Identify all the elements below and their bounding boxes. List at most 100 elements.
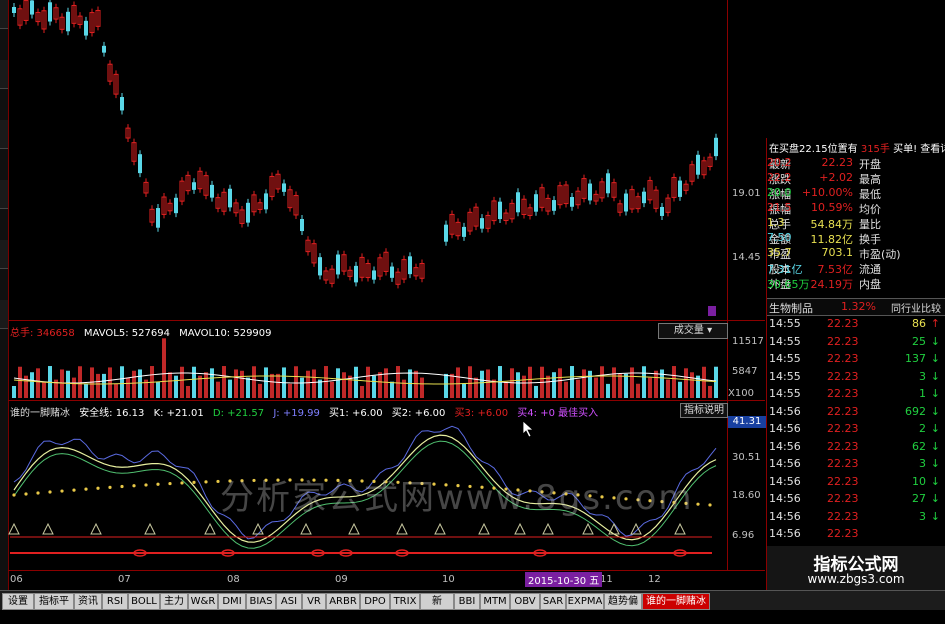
volume-bar [330, 381, 334, 398]
trade-volume: 692 [905, 404, 926, 418]
volume-bar [192, 366, 196, 398]
quote-row: 金额 11.82亿 换手 7.50 [767, 231, 945, 247]
buy-signal-triangle [514, 522, 526, 535]
volume-bar [264, 367, 268, 398]
quote-value: 20.2 [767, 156, 792, 169]
volume-bar [120, 366, 124, 398]
volume-bar [258, 383, 262, 398]
indicator-tab[interactable]: BIAS [246, 593, 276, 610]
candle-down [354, 265, 358, 283]
indicator-tab[interactable]: W&R [188, 593, 218, 610]
volume-axis-label: X100 [728, 388, 754, 399]
indicator-tab[interactable]: 资讯 [74, 593, 102, 610]
volume-bar [450, 373, 454, 398]
volume-bar [444, 373, 448, 398]
volume-bar [456, 367, 460, 398]
indicator-tab[interactable]: ASI [276, 593, 302, 610]
indicator-tab[interactable]: 主力 [160, 593, 188, 610]
buy-signal-triangle [252, 522, 264, 535]
candle-down [678, 180, 682, 197]
safe-line-dot [168, 481, 172, 486]
candle-down [174, 197, 178, 214]
volume-bar [522, 375, 526, 398]
volume-bar [342, 372, 346, 398]
volume-bar [168, 372, 172, 398]
indicator-buy1: 买1: +6.00 [329, 408, 383, 419]
volume-axis-label: 5847 [732, 366, 758, 377]
volume-bar [336, 368, 340, 398]
volume-bar [558, 368, 562, 398]
quote-header[interactable]: 在买盘22.15位置有 315手 买单! 查看详情 [769, 140, 945, 155]
indicator-tab[interactable]: 指标平台 [34, 593, 74, 622]
indicator-tab[interactable]: 设置 [2, 593, 34, 610]
trade-price: 22.23 [827, 334, 859, 348]
indicator-tab[interactable]: RSI [102, 593, 128, 610]
indicator-tab[interactable]: BBI [454, 593, 480, 610]
arrow-down-icon: ↓ [930, 422, 940, 435]
volume-bar [210, 368, 214, 398]
indicator-tab[interactable]: OBV [510, 593, 540, 610]
safe-line-dot [24, 492, 28, 496]
candle-down [642, 191, 646, 204]
quote-panel: 在买盘22.15位置有 315手 买单! 查看详情 最新22.23开盘20.2涨… [766, 138, 945, 590]
indicator-tab[interactable]: SAR [540, 593, 566, 610]
volume-bar [702, 366, 706, 398]
indicator-tab[interactable]: TRIX [390, 593, 420, 610]
site-watermark: 指标公式网 www.zbgs3.com [767, 546, 945, 590]
indicator-tab[interactable]: EXPMA [566, 593, 604, 610]
volume-bar [480, 370, 484, 398]
trade-row: 14:56 22.23 27 ↓ [767, 492, 945, 509]
indicator-tab[interactable]: VR [302, 593, 326, 610]
candle-down [210, 184, 214, 198]
volume-bar [240, 370, 244, 398]
volume-bar [186, 385, 190, 398]
indicator-tab[interactable]: BOLL [128, 593, 160, 610]
volume-bar [42, 381, 46, 398]
arrow-down-icon: ↓ [930, 457, 940, 470]
sector-row[interactable]: 生物制品 1.32% 同行业比较 [767, 298, 945, 316]
indicator-tab[interactable]: 新DMA [420, 593, 454, 622]
quote-label: 量比 [859, 218, 881, 231]
volume-dropdown[interactable]: 成交量 ▾ [658, 323, 728, 339]
volume-bar [546, 375, 550, 398]
volume-bar [378, 372, 382, 398]
sector-pct: 1.32% [841, 300, 876, 313]
indicator-info-button[interactable]: 指标说明 [680, 403, 728, 418]
candle-down [552, 200, 556, 211]
buy-signal-triangle [674, 522, 686, 535]
candle-down [30, 0, 34, 15]
volume-bar [252, 366, 256, 398]
trade-time: 14:55 [769, 369, 801, 383]
quote-row: 最新 22.23 开盘 20.2 [767, 156, 945, 172]
quote-value: +10.00% [801, 186, 853, 199]
arrow-down-icon: ↓ [930, 334, 940, 348]
buy-signal-triangle [542, 522, 554, 535]
volume-bar [84, 383, 88, 398]
quote-label: 内盘 [859, 278, 881, 291]
quote-row: 外盘 24.19万 内盘 30.65万 [767, 276, 945, 292]
sector-compare[interactable]: 同行业比较 [891, 300, 941, 315]
indicator-buy4: 买4: +0 最佳买入 [517, 408, 599, 419]
trade-price: 22.23 [827, 352, 859, 365]
quote-value: 35.7 [767, 246, 792, 259]
indicator-tab[interactable]: MTM [480, 593, 510, 610]
indicator-tab[interactable]: 谁的一脚赌冰 [642, 593, 710, 610]
candle-down [606, 173, 610, 194]
volume-bar [228, 379, 232, 398]
indicator-tab[interactable]: DMI [218, 593, 246, 610]
indicator-axis-label: 6.96 [732, 530, 755, 541]
quote-header-left: 在买盘22.15位置有 [769, 144, 858, 155]
volume-bar [486, 369, 490, 398]
indicator-tab[interactable]: ARBR [326, 593, 360, 610]
volume-bar [576, 379, 580, 398]
indicator-tab[interactable]: 趋势偏差 [604, 593, 642, 622]
quote-value: 54.84万 [810, 218, 854, 231]
indicator-tab[interactable]: DPO [360, 593, 390, 610]
trade-volume: 10 [912, 474, 926, 488]
indicator-d: D: +21.57 [212, 408, 265, 419]
volume-bar [504, 381, 508, 398]
trade-row: 14:55 22.23 3 ↓ [767, 370, 945, 387]
volume-bar [180, 366, 184, 398]
quote-value: 10.59% [811, 201, 853, 214]
volume-bar [420, 377, 424, 398]
